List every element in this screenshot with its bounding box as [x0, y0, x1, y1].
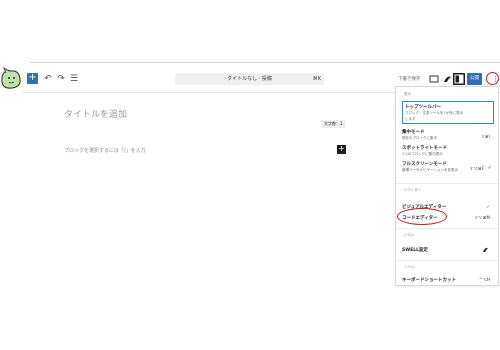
- word-count-badge: 文字数：1: [322, 120, 345, 128]
- menu-item-desc: ブロック・文書ツールを1か所に表示: [405, 111, 464, 115]
- swell-icon: [483, 247, 488, 252]
- publish-button[interactable]: 公開: [467, 73, 482, 85]
- menu-item-shortcut: ⇧⌘\: [481, 134, 490, 139]
- menu-divider: [396, 183, 498, 184]
- command-palette-bar[interactable]: タイトルなし · 投稿 ⌘K: [175, 73, 324, 85]
- inline-inserter-button[interactable]: +: [337, 145, 346, 154]
- block-inserter-button[interactable]: +: [27, 73, 38, 84]
- menu-item-swell-settings[interactable]: SWELL設定: [402, 247, 494, 253]
- menu-item-desc: 1つのブロックに集中表示: [402, 152, 443, 156]
- menu-item-title: スポットライトモード: [402, 146, 447, 151]
- menu-item-title: SWELL設定: [402, 248, 429, 253]
- top-divider: [30, 62, 500, 63]
- block-appender[interactable]: ブロックを選択するには「/」を入力: [64, 147, 146, 154]
- options-button[interactable]: ⋮: [486, 72, 499, 85]
- redo-icon[interactable]: ↷: [55, 73, 67, 85]
- menu-item-fullscreen-mode[interactable]: フルスクリーンモード 管理バーやナビゲーションを非表示 ⇧⌥⌘F ✓: [402, 161, 494, 173]
- section-label-panel: パネル: [404, 233, 415, 237]
- check-icon: ✓: [487, 165, 492, 171]
- mascot-icon: [1, 67, 21, 89]
- menu-item-focus-mode[interactable]: 集中モード 現在のブロックに集中 ⇧⌘\: [402, 129, 494, 141]
- section-label-tools: ツール: [404, 265, 415, 269]
- section-label-editor: エディター: [404, 188, 422, 192]
- settings-sidebar-icon[interactable]: [453, 73, 465, 85]
- document-overview-icon[interactable]: ☰: [68, 73, 80, 85]
- menu-divider: [396, 228, 498, 229]
- menu-item-shortcut: ^⌥H: [479, 277, 490, 282]
- menu-divider: [396, 260, 498, 261]
- post-title-input[interactable]: タイトルを追加: [64, 107, 127, 120]
- save-draft-button[interactable]: 下書き保存: [398, 76, 421, 82]
- swell-icon[interactable]: [441, 73, 453, 85]
- menu-item-keyboard-shortcuts[interactable]: キーボードショートカット ^⌥H: [402, 277, 494, 283]
- check-icon: ✓: [486, 204, 490, 209]
- highlight-annotation: [397, 208, 447, 225]
- menu-item-top-toolbar[interactable]: トップツールバー ブロック・文書ツールを1か所に表示 します: [402, 101, 494, 124]
- menu-item-spotlight-mode[interactable]: スポットライトモード 1つのブロックに集中表示: [402, 145, 494, 157]
- document-title: タイトルなし · 投稿: [227, 76, 272, 82]
- menu-item-title: 集中モード: [402, 130, 425, 135]
- menu-item-desc: します: [405, 116, 416, 121]
- more-vertical-icon: ⋮: [492, 75, 499, 83]
- preview-icon[interactable]: [428, 73, 440, 85]
- menu-item-shortcut: ⇧⌥⌘F: [469, 166, 484, 171]
- menu-item-title: トップツールバー: [405, 105, 441, 110]
- options-menu: 表示 トップツールバー ブロック・文書ツールを1か所に表示 します 集中モード …: [395, 86, 499, 286]
- undo-icon[interactable]: ↶: [42, 73, 54, 85]
- menu-item-desc: 現在のブロックに集中: [402, 136, 437, 140]
- command-shortcut: ⌘K: [312, 76, 321, 82]
- menu-item-shortcut: ⇧⌥⌘M: [474, 215, 490, 220]
- section-label-view: 表示: [404, 92, 411, 96]
